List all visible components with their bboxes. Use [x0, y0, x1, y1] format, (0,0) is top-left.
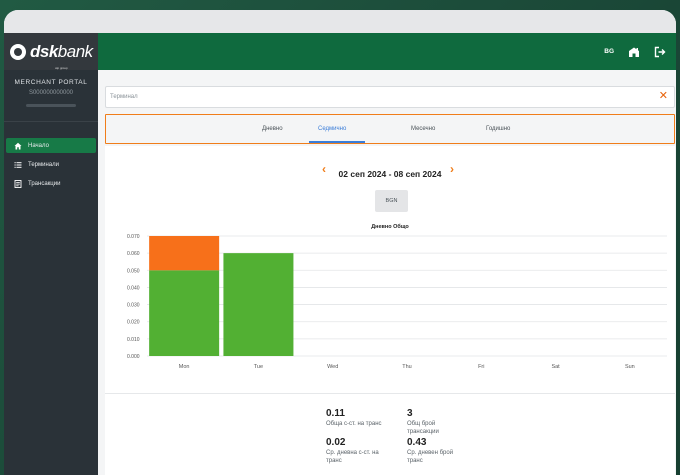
x-tick-label: Tue	[254, 364, 263, 370]
x-tick-label: Wed	[327, 364, 338, 370]
bar-mon-segment-0	[149, 270, 220, 356]
terminal-filter-placeholder: Терминал	[110, 94, 138, 100]
y-tick-label: 0.040	[127, 285, 140, 291]
stat-label: Ср. дневна с-ст. на транс	[326, 450, 379, 464]
stat-value: 0.11	[326, 408, 345, 419]
close-icon[interactable]: ✕	[659, 91, 668, 102]
header-actions: BG	[604, 33, 666, 70]
stat-label: Ср. дневен брой транс	[407, 450, 454, 464]
tab-monthly[interactable]: Месечно	[411, 126, 435, 132]
list-icon	[14, 161, 22, 168]
stat-label: Обща с-ст. на транс	[326, 421, 382, 427]
main-content: Терминал ✕ Дневно Седмично Месечно Годиш…	[98, 70, 676, 475]
x-tick-label: Mon	[179, 364, 190, 370]
active-tab-indicator	[309, 141, 365, 143]
daily-total-chart: 0.000 0.010 0.020 0.030 0.040 0.050 0.060 0.070…	[127, 234, 667, 370]
sidebar-item-home[interactable]: Начало	[6, 138, 96, 153]
bar-tue-segment-0	[223, 253, 294, 356]
bar-mon-segment-1	[149, 236, 220, 271]
merchant-id: S000000000000	[28, 90, 74, 96]
x-tick-label: Sun	[625, 364, 635, 370]
language-switch[interactable]: BG	[604, 48, 614, 55]
y-tick-label: 0.000	[127, 354, 140, 360]
x-tick-label: Fri	[478, 364, 484, 370]
sidebar-item-transactions[interactable]: Трансакции	[6, 176, 96, 191]
dashboard-panel: ‹ 02 сеп 2024 - 08 сеп 2024 › BGN Дневно…	[105, 146, 675, 475]
stats-panel: 0.11 Обща с-ст. на транс 3 Общ брой тран…	[105, 393, 675, 475]
home-icon	[14, 142, 22, 149]
stat-label: Общ брой трансакции	[407, 421, 439, 435]
y-tick-label: 0.030	[127, 303, 140, 309]
y-tick-label: 0.020	[127, 320, 140, 326]
stat-value: 0.02	[326, 437, 346, 448]
y-tick-label: 0.060	[127, 251, 140, 257]
sidebar: dskbank otp group MERCHANT PORTAL S00000…	[4, 33, 98, 475]
y-tick-label: 0.070	[127, 234, 140, 240]
sidebar-item-label: Терминали	[28, 161, 59, 168]
logout-icon[interactable]	[654, 46, 666, 58]
dsk-logo-icon	[10, 43, 26, 60]
logo-light-text: bank	[57, 42, 93, 61]
sidebar-nav: Начало Терминали Трансакции	[4, 138, 98, 191]
tab-daily[interactable]: Дневно	[262, 126, 283, 132]
stat-avg-daily-amount: 0.02 Ср. дневна с-ст. на транс	[326, 437, 386, 466]
stat-value: 3	[407, 408, 413, 419]
week-range-label: 02 сеп 2024 - 08 сеп 2024	[338, 169, 442, 179]
sidebar-divider	[4, 121, 98, 122]
x-tick-label: Thu	[402, 364, 411, 370]
merchant-name-placeholder	[26, 104, 76, 107]
sidebar-item-label: Трансакции	[28, 180, 61, 187]
week-range: 02 сеп 2024 - 08 сеп 2024	[105, 164, 675, 182]
currency-button[interactable]: BGN	[375, 190, 408, 212]
store-icon[interactable]	[628, 46, 640, 58]
sidebar-item-terminals[interactable]: Терминали	[6, 157, 96, 172]
x-tick-label: Sat	[551, 364, 560, 370]
top-app-bar	[4, 33, 676, 70]
stat-total-count: 3 Общ брой трансакции	[407, 408, 467, 437]
y-tick-label: 0.050	[127, 268, 140, 274]
stat-value: 0.43	[407, 437, 427, 448]
window-titlebar	[4, 10, 676, 33]
sidebar-item-label: Начало	[28, 142, 49, 149]
chevron-right-icon[interactable]: ›	[450, 163, 454, 175]
logo-bold-text: dsk	[30, 42, 58, 61]
brand-logo[interactable]: dskbank otp group	[4, 33, 98, 70]
y-tick-label: 0.010	[127, 337, 140, 343]
tab-yearly[interactable]: Годишно	[486, 126, 510, 132]
terminal-filter[interactable]: Терминал ✕	[105, 86, 675, 108]
browser-window: BG dskbank otp group MERCHANT PORTAL S00…	[4, 10, 676, 475]
tab-weekly[interactable]: Седмично	[318, 126, 346, 132]
stat-total-amount: 0.11 Обща с-ст. на транс	[326, 408, 382, 429]
logo-subtitle: otp group	[55, 66, 68, 70]
period-tabs: Дневно Седмично Месечно Годишно	[105, 114, 675, 144]
chart-title: Дневно Общо	[371, 224, 409, 230]
stat-avg-daily-count: 0.43 Ср. дневен брой транс	[407, 437, 467, 466]
portal-title: MERCHANT PORTAL	[14, 79, 88, 86]
receipt-icon	[14, 179, 22, 188]
